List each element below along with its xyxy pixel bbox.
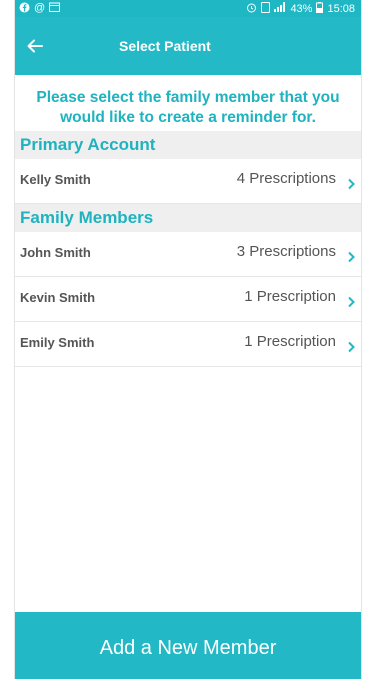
primary-account-section: Primary Account Kelly Smith 4 Prescripti… <box>15 131 361 204</box>
at-sign-icon: @ <box>34 2 46 14</box>
section-header-primary-account: Primary Account <box>15 131 361 159</box>
page-title: Select Patient <box>119 38 211 54</box>
member-name: Kelly Smith <box>20 172 91 187</box>
chevron-right-icon <box>346 295 356 309</box>
chevron-right-icon <box>346 340 356 354</box>
alarm-icon <box>246 2 257 16</box>
battery-icon <box>316 1 324 16</box>
battery-percent: 43% <box>290 2 313 15</box>
calendar-icon <box>49 2 61 15</box>
member-name: Kevin Smith <box>20 290 96 305</box>
prescription-count: 1 Prescription <box>244 288 336 305</box>
member-name: Emily Smith <box>20 335 95 350</box>
signal-icon <box>274 2 286 15</box>
section-header-family-members: Family Members <box>15 204 361 232</box>
member-row-kevin-smith[interactable]: Kevin Smith 1 Prescription <box>15 277 361 322</box>
instruction-text: Please select the family member that you… <box>36 89 340 126</box>
member-row-john-smith[interactable]: John Smith 3 Prescriptions <box>15 232 361 277</box>
add-new-member-button[interactable]: Add a New Member <box>15 612 361 679</box>
prescription-count: 3 Prescriptions <box>236 243 336 260</box>
facebook-icon <box>19 2 30 16</box>
status-bar: @ 43% 15:08 <box>15 0 361 17</box>
family-members-section: Family Members John Smith 3 Prescription… <box>15 204 361 367</box>
chevron-right-icon <box>346 250 356 264</box>
member-row-emily-smith[interactable]: Emily Smith 1 Prescription <box>15 322 361 367</box>
prescription-count: 1 Prescription <box>244 333 336 350</box>
status-time: 15:08 <box>327 2 355 15</box>
member-name: John Smith <box>20 245 91 260</box>
chevron-right-icon <box>346 177 356 191</box>
back-arrow-icon[interactable] <box>25 36 45 56</box>
app-screen: @ 43% 15:08 Select Patient Please select… <box>14 0 362 679</box>
prescription-count: 4 Prescriptions <box>236 170 336 187</box>
nfc-icon <box>261 1 271 16</box>
app-bar: Select Patient <box>15 17 361 75</box>
member-row-kelly-smith[interactable]: Kelly Smith 4 Prescriptions <box>15 159 361 204</box>
